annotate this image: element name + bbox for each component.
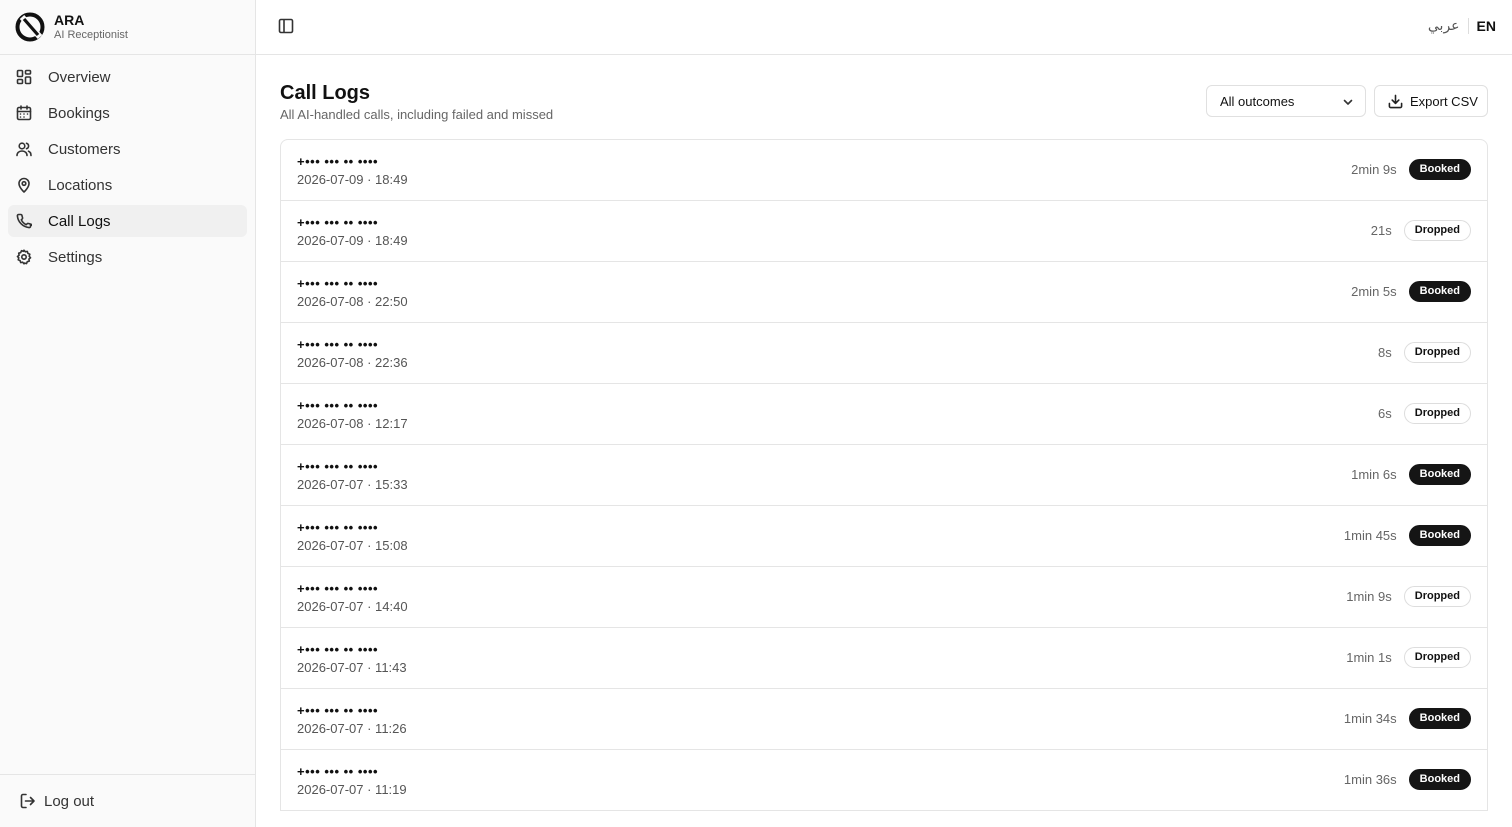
call-log-row[interactable]: +••• ••• •• •••• 2026-07-07 · 11:43 1min… xyxy=(281,628,1487,689)
caller-phone: +••• ••• •• •••• xyxy=(297,459,379,474)
sidebar-item-label: Locations xyxy=(48,176,113,194)
page-subtitle: All AI-handled calls, including failed a… xyxy=(280,107,554,122)
call-duration: 8s xyxy=(1378,345,1392,360)
call-duration: 6s xyxy=(1378,406,1392,421)
brand-name: ARA xyxy=(54,12,85,28)
caller-phone: +••• ••• •• •••• xyxy=(297,398,379,413)
outcome-badge: Dropped xyxy=(1403,220,1471,241)
call-duration: 1min 34s xyxy=(1343,711,1397,726)
sidebar-item-locations[interactable]: Locations xyxy=(8,169,247,201)
log-out-icon xyxy=(20,793,35,809)
call-log-row[interactable]: +••• ••• •• •••• 2026-07-09 · 18:49 2min… xyxy=(281,140,1487,201)
brand-subtitle: AI Receptionist xyxy=(54,29,128,41)
sidebar-item-label: Overview xyxy=(48,68,111,86)
outcome-badge: Booked xyxy=(1408,525,1471,546)
call-log-row[interactable]: +••• ••• •• •••• 2026-07-08 · 22:50 2min… xyxy=(281,262,1487,323)
call-datetime: 2026-07-08 · 22:50 xyxy=(297,294,408,309)
layout-grid-icon xyxy=(16,69,32,85)
caller-phone: +••• ••• •• •••• xyxy=(297,276,379,291)
call-datetime: 2026-07-07 · 15:33 xyxy=(297,477,408,492)
logout-label: Log out xyxy=(44,792,95,810)
sidebar-item-bookings[interactable]: Bookings xyxy=(8,97,247,129)
download-icon xyxy=(1388,94,1403,108)
outcome-badge: Dropped xyxy=(1403,647,1471,668)
language-switcher: عربي EN xyxy=(1428,17,1496,34)
sidebar-item-label: Settings xyxy=(48,248,103,266)
call-datetime: 2026-07-07 · 14:40 xyxy=(297,599,408,614)
panel-left-icon xyxy=(278,18,294,34)
calendar-icon xyxy=(16,105,32,121)
sidebar-item-settings[interactable]: Settings xyxy=(8,241,247,273)
outcome-badge: Dropped xyxy=(1403,586,1471,607)
gear-icon xyxy=(16,249,32,265)
brand[interactable]: ARA AI Receptionist xyxy=(0,0,255,55)
caller-phone: +••• ••• •• •••• xyxy=(297,154,379,169)
logout-button[interactable]: Log out xyxy=(0,774,255,827)
lang-arabic-link[interactable]: عربي xyxy=(1428,17,1460,34)
outcome-badge: Booked xyxy=(1408,708,1471,729)
sidebar-nav: Overview Bookings Customers Locations Ca… xyxy=(0,55,255,273)
call-datetime: 2026-07-08 · 12:17 xyxy=(297,416,408,431)
call-log-row[interactable]: +••• ••• •• •••• 2026-07-08 · 12:17 6s D… xyxy=(281,384,1487,445)
call-log-row[interactable]: +••• ••• •• •••• 2026-07-07 · 11:19 1min… xyxy=(281,750,1487,811)
caller-phone: +••• ••• •• •••• xyxy=(297,337,379,352)
lang-divider xyxy=(1467,17,1469,34)
call-datetime: 2026-07-07 · 11:43 xyxy=(297,660,407,675)
outcome-badge: Dropped xyxy=(1403,403,1471,424)
caller-phone: +••• ••• •• •••• xyxy=(297,520,379,535)
call-log-list: +••• ••• •• •••• 2026-07-09 · 18:49 2min… xyxy=(280,139,1488,811)
export-csv-button[interactable]: Export CSV xyxy=(1374,85,1488,117)
sidebar-item-overview[interactable]: Overview xyxy=(8,61,247,93)
caller-phone: +••• ••• •• •••• xyxy=(297,642,379,657)
call-duration: 1min 1s xyxy=(1346,650,1392,665)
call-datetime: 2026-07-07 · 11:19 xyxy=(297,782,407,797)
caller-phone: +••• ••• •• •••• xyxy=(297,215,379,230)
sidebar-item-label: Call Logs xyxy=(48,212,111,230)
call-duration: 21s xyxy=(1370,223,1392,238)
page-title: Call Logs xyxy=(280,82,371,104)
users-icon xyxy=(16,141,32,157)
sidebar-item-label: Bookings xyxy=(48,104,110,122)
sidebar-item-call-logs[interactable]: Call Logs xyxy=(8,205,247,237)
sidebar-toggle-button[interactable] xyxy=(278,18,294,34)
caller-phone: +••• ••• •• •••• xyxy=(297,764,379,779)
call-duration: 2min 9s xyxy=(1351,162,1397,177)
topbar: عربي EN xyxy=(256,0,1512,55)
map-pin-icon xyxy=(16,177,32,193)
outcome-badge: Dropped xyxy=(1403,342,1471,363)
chevron-down-icon xyxy=(1343,99,1353,105)
call-duration: 1min 9s xyxy=(1346,589,1392,604)
call-duration: 1min 36s xyxy=(1343,772,1397,787)
outcome-badge: Booked xyxy=(1408,281,1471,302)
call-log-row[interactable]: +••• ••• •• •••• 2026-07-09 · 18:49 21s … xyxy=(281,201,1487,262)
call-log-row[interactable]: +••• ••• •• •••• 2026-07-07 · 15:33 1min… xyxy=(281,445,1487,506)
call-duration: 2min 5s xyxy=(1351,284,1397,299)
outcome-badge: Booked xyxy=(1408,464,1471,485)
ara-logo-icon xyxy=(15,12,45,42)
call-log-row[interactable]: +••• ••• •• •••• 2026-07-07 · 11:26 1min… xyxy=(281,689,1487,750)
phone-icon xyxy=(16,213,32,229)
call-datetime: 2026-07-07 · 15:08 xyxy=(297,538,408,553)
sidebar-item-customers[interactable]: Customers xyxy=(8,133,247,165)
outcome-badge: Booked xyxy=(1408,769,1471,790)
call-duration: 1min 45s xyxy=(1343,528,1397,543)
caller-phone: +••• ••• •• •••• xyxy=(297,581,379,596)
caller-phone: +••• ••• •• •••• xyxy=(297,703,379,718)
lang-english-link[interactable]: EN xyxy=(1477,18,1496,34)
call-datetime: 2026-07-09 · 18:49 xyxy=(297,172,408,187)
outcome-badge: Booked xyxy=(1408,159,1471,180)
export-csv-label: Export CSV xyxy=(1410,93,1478,109)
call-log-row[interactable]: +••• ••• •• •••• 2026-07-07 · 15:08 1min… xyxy=(281,506,1487,567)
sidebar: ARA AI Receptionist Overview Bookings Cu… xyxy=(0,0,256,827)
outcome-filter-value: All outcomes xyxy=(1220,93,1295,109)
sidebar-item-label: Customers xyxy=(48,140,121,158)
outcome-filter-select[interactable]: All outcomes xyxy=(1206,85,1366,117)
call-log-row[interactable]: +••• ••• •• •••• 2026-07-08 · 22:36 8s D… xyxy=(281,323,1487,384)
call-log-row[interactable]: +••• ••• •• •••• 2026-07-07 · 14:40 1min… xyxy=(281,567,1487,628)
call-datetime: 2026-07-08 · 22:36 xyxy=(297,355,408,370)
call-datetime: 2026-07-07 · 11:26 xyxy=(297,721,407,736)
main-content: Call Logs All AI-handled calls, includin… xyxy=(256,55,1512,827)
call-duration: 1min 6s xyxy=(1351,467,1397,482)
call-datetime: 2026-07-09 · 18:49 xyxy=(297,233,408,248)
